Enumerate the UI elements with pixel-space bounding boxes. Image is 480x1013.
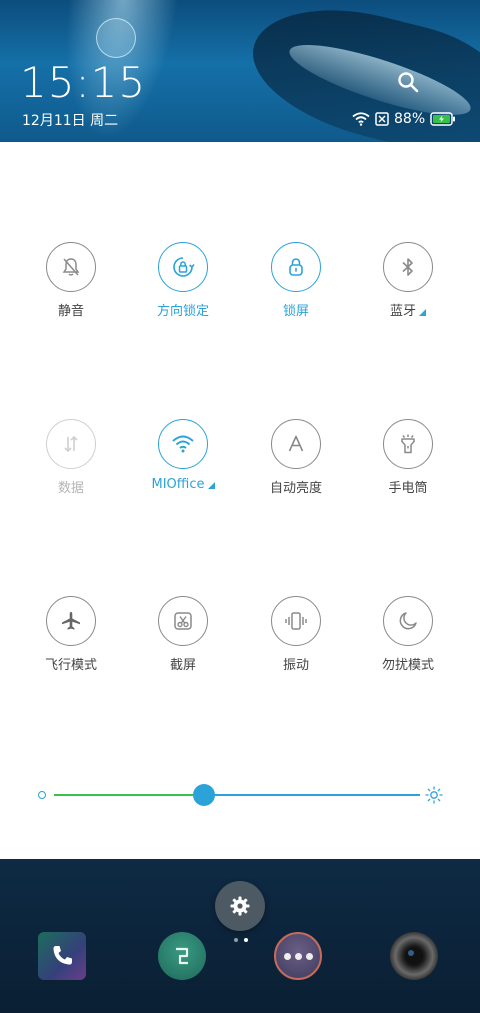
mobile-data-toggle[interactable] bbox=[46, 419, 96, 469]
no-sim-icon bbox=[375, 112, 389, 126]
clock-date[interactable]: 12月11日 周二 bbox=[22, 110, 118, 130]
vibrate-toggle[interactable] bbox=[271, 596, 321, 646]
brightness-track-remaining[interactable] bbox=[204, 794, 420, 796]
brightness-thumb[interactable] bbox=[193, 784, 216, 806]
phone-icon bbox=[53, 946, 72, 965]
tile-label: 振动 bbox=[282, 658, 309, 673]
tile-label: 锁屏 bbox=[282, 304, 309, 319]
tile-data[interactable]: 数据 bbox=[15, 419, 127, 519]
dot bbox=[294, 952, 302, 960]
tile-label: 自动亮度 bbox=[269, 481, 322, 496]
expand-corner-icon[interactable] bbox=[207, 482, 215, 489]
tile-flashlight[interactable]: 手电筒 bbox=[352, 419, 464, 519]
quick-settings-panel: 静音 方向锁定 锁屏 蓝牙 数据 MIOffice 自动亮度 手电筒 飞行模式 … bbox=[0, 142, 480, 859]
tile-mute[interactable]: 静音 bbox=[15, 242, 127, 342]
app-store-icon bbox=[176, 947, 189, 965]
do-not-disturb-toggle[interactable] bbox=[383, 596, 433, 646]
page-dot bbox=[234, 938, 238, 942]
moon-icon bbox=[399, 612, 417, 630]
rotation-lock-icon bbox=[173, 257, 195, 277]
camera-app[interactable] bbox=[390, 932, 438, 980]
tile-label: 手电筒 bbox=[388, 481, 428, 496]
notification-header: 15:15 12月11日 周二 88% bbox=[0, 0, 480, 142]
dot bbox=[305, 952, 313, 960]
tile-label: 静音 bbox=[57, 304, 84, 319]
tile-auto-brightness[interactable]: 自动亮度 bbox=[240, 419, 352, 519]
wifi-toggle[interactable] bbox=[158, 419, 208, 469]
brightness-high-icon bbox=[425, 786, 443, 804]
clock-time[interactable]: 15:15 bbox=[20, 58, 146, 107]
brightness-track-filled[interactable] bbox=[54, 794, 205, 796]
auto-brightness-toggle[interactable] bbox=[271, 419, 321, 469]
bluetooth-label-text: 蓝牙 bbox=[389, 304, 416, 319]
tile-label: MIOffice bbox=[152, 477, 215, 492]
tile-label: 方向锁定 bbox=[156, 304, 209, 319]
battery-charging-icon bbox=[430, 112, 456, 126]
tile-lock-screen[interactable]: 锁屏 bbox=[240, 242, 352, 342]
dot bbox=[283, 952, 291, 960]
wifi-icon bbox=[172, 435, 194, 453]
tile-label: 截屏 bbox=[169, 658, 196, 673]
bell-off-icon bbox=[62, 258, 80, 276]
wifi-network-name: MIOffice bbox=[151, 477, 205, 492]
auto-brightness-icon bbox=[288, 435, 304, 452]
page-dot-active bbox=[244, 938, 248, 942]
rotation-lock-toggle[interactable] bbox=[158, 242, 208, 292]
expand-corner-icon[interactable] bbox=[419, 309, 426, 316]
wifi-signal-icon bbox=[352, 112, 370, 126]
tile-label: 勿扰模式 bbox=[381, 658, 434, 673]
airplane-mode-toggle[interactable] bbox=[46, 596, 96, 646]
tile-screenshot[interactable]: 截屏 bbox=[127, 596, 239, 696]
tile-dnd[interactable]: 勿扰模式 bbox=[352, 596, 464, 696]
brightness-low-icon bbox=[38, 791, 46, 799]
screenshot-icon bbox=[174, 612, 192, 630]
tile-wifi[interactable]: MIOffice bbox=[127, 419, 239, 519]
status-icons: 88% bbox=[352, 110, 456, 128]
tile-vibrate[interactable]: 振动 bbox=[240, 596, 352, 696]
brightness-slider[interactable] bbox=[36, 783, 448, 807]
lock-screen-button[interactable] bbox=[271, 242, 321, 292]
camera-icon bbox=[405, 947, 423, 965]
flashlight-icon bbox=[401, 434, 415, 454]
tile-label: 飞行模式 bbox=[44, 658, 97, 673]
flashlight-toggle[interactable] bbox=[383, 419, 433, 469]
search-icon[interactable] bbox=[396, 70, 420, 94]
gear-icon bbox=[230, 896, 250, 916]
vibrate-icon bbox=[285, 612, 307, 630]
tile-airplane[interactable]: 飞行模式 bbox=[15, 596, 127, 696]
settings-button[interactable] bbox=[215, 881, 265, 931]
page-indicator bbox=[234, 938, 248, 942]
bluetooth-icon bbox=[402, 258, 413, 276]
battery-percentage: 88% bbox=[394, 111, 426, 127]
mute-toggle[interactable] bbox=[46, 242, 96, 292]
app-store-app[interactable] bbox=[158, 932, 206, 980]
bluetooth-toggle[interactable] bbox=[383, 242, 433, 292]
screenshot-button[interactable] bbox=[158, 596, 208, 646]
tile-label: 蓝牙 bbox=[390, 300, 426, 319]
tile-bluetooth[interactable]: 蓝牙 bbox=[352, 242, 464, 342]
more-apps-app[interactable] bbox=[274, 932, 322, 980]
airplane-icon bbox=[62, 612, 80, 630]
tile-label: 数据 bbox=[57, 481, 84, 496]
lock-icon bbox=[289, 258, 303, 276]
tile-rotation-lock[interactable]: 方向锁定 bbox=[127, 242, 239, 342]
phone-app[interactable] bbox=[38, 932, 86, 980]
data-arrows-icon bbox=[64, 435, 78, 453]
wallpaper-bubble bbox=[96, 18, 136, 58]
